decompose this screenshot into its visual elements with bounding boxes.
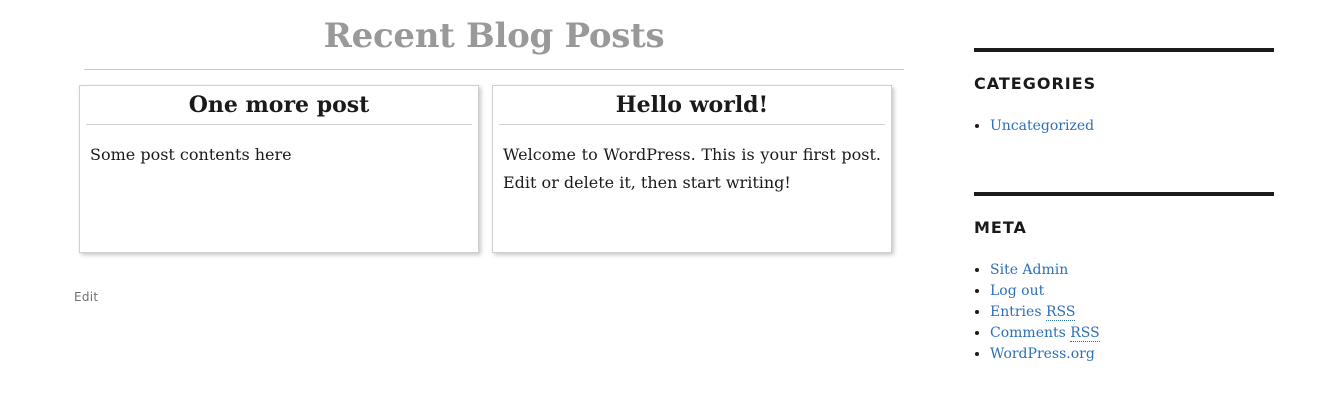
title-divider bbox=[84, 69, 904, 70]
meta-widget: META Site Admin Log out Entries RSS Comm… bbox=[974, 192, 1274, 365]
post-title[interactable]: One more post bbox=[86, 90, 472, 120]
comments-rss-label: Comments bbox=[990, 325, 1066, 341]
categories-widget: CATEGORIES Uncategorized bbox=[974, 48, 1274, 137]
post-card: One more post Some post contents here bbox=[79, 85, 479, 253]
post-content: Some post contents here bbox=[90, 145, 292, 164]
entries-rss-link[interactable]: Entries RSS bbox=[990, 304, 1076, 321]
widget-title-categories: CATEGORIES bbox=[974, 74, 1097, 93]
rss-abbr: RSS bbox=[1070, 325, 1100, 342]
list-item: Uncategorized bbox=[990, 116, 1274, 137]
list-item: Site Admin bbox=[990, 260, 1274, 281]
site-admin-link[interactable]: Site Admin bbox=[990, 262, 1068, 278]
list-item: Comments RSS bbox=[990, 323, 1274, 344]
meta-list: Site Admin Log out Entries RSS Comments … bbox=[974, 260, 1274, 365]
list-item: WordPress.org bbox=[990, 344, 1274, 365]
post-card: Hello world! Welcome to WordPress. This … bbox=[492, 85, 892, 253]
category-link-uncategorized[interactable]: Uncategorized bbox=[990, 118, 1094, 134]
page-title: Recent Blog Posts bbox=[323, 16, 665, 56]
edit-link[interactable]: Edit bbox=[74, 290, 98, 304]
widget-title-meta: META bbox=[974, 218, 1027, 237]
entries-rss-label: Entries bbox=[990, 304, 1042, 320]
list-item: Log out bbox=[990, 281, 1274, 302]
post-content: Welcome to WordPress. This is your first… bbox=[503, 145, 881, 192]
comments-rss-link[interactable]: Comments RSS bbox=[990, 325, 1100, 342]
log-out-link[interactable]: Log out bbox=[990, 283, 1044, 299]
wordpress-org-link[interactable]: WordPress.org bbox=[990, 346, 1095, 362]
main-content: Recent Blog Posts One more post Some pos… bbox=[0, 0, 940, 412]
list-item: Entries RSS bbox=[990, 302, 1274, 323]
post-title[interactable]: Hello world! bbox=[499, 90, 885, 120]
post-divider bbox=[499, 124, 885, 125]
categories-list: Uncategorized bbox=[974, 116, 1274, 137]
rss-abbr: RSS bbox=[1045, 304, 1076, 321]
post-divider bbox=[86, 124, 472, 125]
